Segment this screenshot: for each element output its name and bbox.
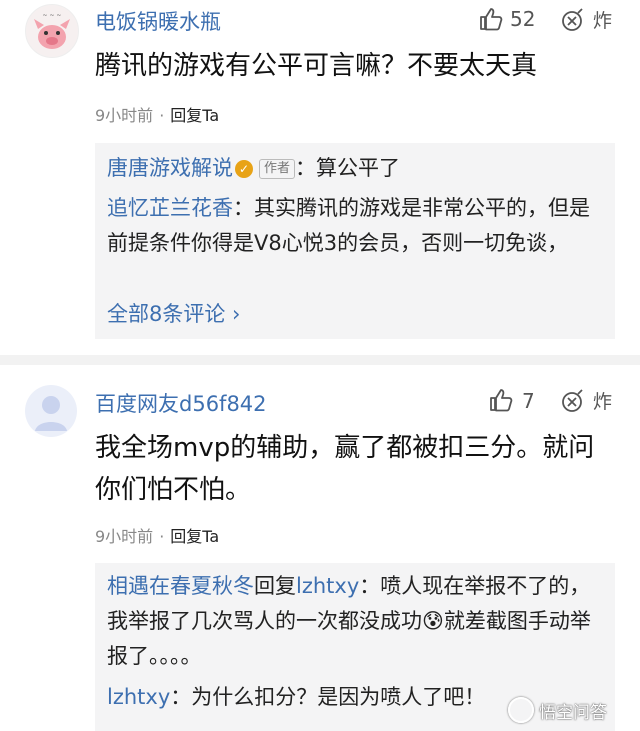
bomb-icon[interactable]: [560, 387, 586, 413]
reply-line: 追忆芷兰花香：其实腾讯的游戏是非常公平的，但是前提条件你得是V8心悦3的会员，否…: [107, 191, 602, 261]
wukong-logo-icon: [508, 697, 534, 723]
comment-meta: 9小时前 · 回复Ta: [95, 523, 219, 547]
bomb-icon[interactable]: [560, 6, 586, 32]
default-avatar-icon: [35, 396, 67, 431]
author-tag: 作者: [259, 159, 296, 179]
timestamp: 9小时前: [95, 106, 154, 125]
bomb-label: 炸: [593, 10, 613, 32]
reply-line: 相遇在春夏秋冬回复lzhtxy：喷人现在举报不了的，我举报了几次骂人的一次都没成…: [107, 569, 602, 674]
reply-colon: ：: [170, 685, 192, 709]
avatar-pig-icon: ~ ~ ~: [34, 12, 70, 49]
reply-username[interactable]: lzhtxy: [107, 685, 170, 709]
reply-username[interactable]: 相遇在春夏秋冬: [107, 574, 254, 598]
reply-line: 唐唐游戏解说 ✓ 作者 ：算公平了: [107, 151, 602, 186]
reply-colon: ：: [233, 196, 254, 220]
comment-item: ~ ~ ~ 电饭锅暖水瓶 52 炸 腾讯的游戏有公平可言嘛？不要太天真 9小时前…: [0, 0, 640, 352]
divider: [0, 355, 640, 365]
reply-colon: ：: [295, 156, 317, 180]
like-count: 52: [510, 7, 536, 31]
comment-item: 百度网友d56f842 7 炸 我全场mvp的辅助，赢了都被扣三分。就问你们怕不…: [0, 365, 640, 731]
reply-button[interactable]: 回复Ta: [170, 527, 219, 546]
reply-username[interactable]: 唐唐游戏解说: [107, 156, 233, 180]
timestamp: 9小时前: [95, 527, 154, 546]
thumbs-up-icon[interactable]: [478, 6, 504, 32]
username[interactable]: 电饭锅暖水瓶: [95, 6, 221, 36]
reply-colon: ：: [359, 574, 381, 598]
svg-text:~ ~ ~: ~ ~ ~: [43, 12, 62, 19]
reply-target-username[interactable]: lzhtxy: [296, 574, 359, 598]
thumbs-up-icon[interactable]: [488, 387, 514, 413]
reply-button[interactable]: 回复Ta: [170, 106, 219, 125]
reply-text: 为什么扣分？是因为喷人了吧！: [191, 685, 486, 709]
verified-icon: ✓: [235, 160, 253, 178]
reply-username[interactable]: 追忆芷兰花香: [107, 196, 233, 220]
reply-text: 算公平了: [316, 156, 401, 180]
reply-action: 回复: [254, 574, 296, 598]
meta-dot: ·: [159, 527, 165, 546]
comment-meta: 9小时前 · 回复Ta: [95, 102, 219, 126]
watermark: 悟空问答: [508, 697, 607, 723]
comment-text: 我全场mvp的辅助，赢了都被扣三分。就问你们怕不怕。: [95, 433, 595, 505]
reply-box: 唐唐游戏解说 ✓ 作者 ：算公平了 追忆芷兰花香：其实腾讯的游戏是非常公平的，但是前提…: [95, 143, 615, 339]
bomb-label: 炸: [593, 391, 613, 413]
avatar[interactable]: [25, 385, 77, 437]
username[interactable]: 百度网友d56f842: [95, 388, 267, 418]
like-count: 7: [522, 389, 535, 413]
view-all-comments-link[interactable]: 全部8条评论 ›: [107, 297, 602, 332]
avatar[interactable]: ~ ~ ~: [25, 4, 79, 58]
meta-dot: ·: [159, 106, 165, 125]
comment-text: 腾讯的游戏有公平可言嘛？不要太天真: [95, 51, 538, 81]
watermark-text: 悟空问答: [539, 703, 607, 723]
